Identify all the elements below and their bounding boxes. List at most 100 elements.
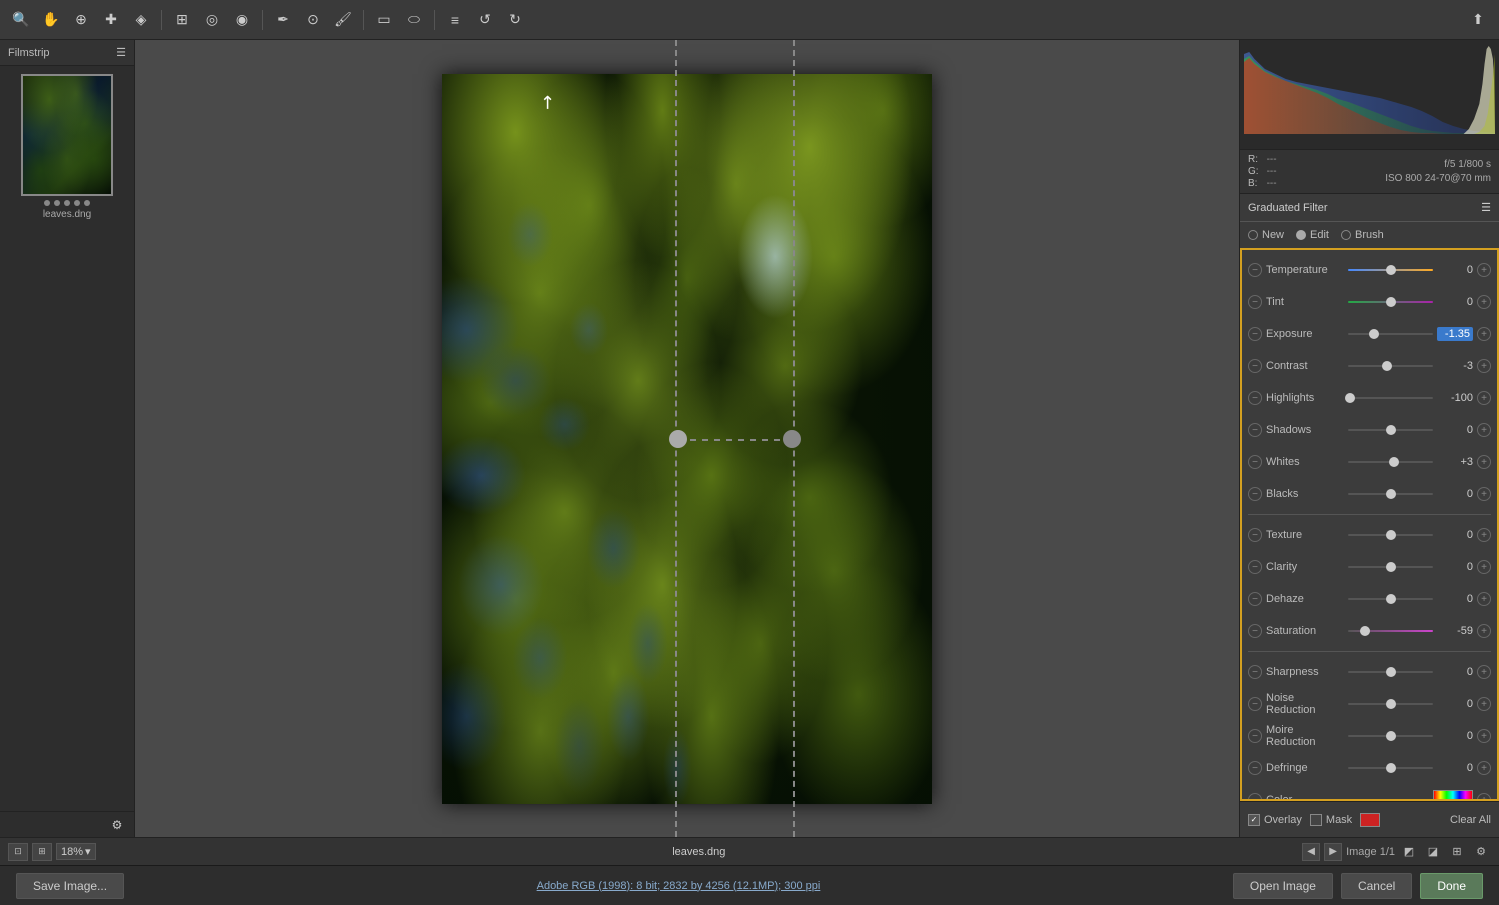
temperature-track-container[interactable] (1348, 269, 1433, 271)
grad-handle-left[interactable] (669, 430, 687, 448)
filmstrip-settings-btn[interactable]: ⚙ (104, 812, 130, 838)
dehaze-minus[interactable]: − (1248, 592, 1262, 606)
whites-track[interactable] (1348, 461, 1433, 463)
contrast-track-container[interactable] (1348, 365, 1433, 367)
texture-track-container[interactable] (1348, 534, 1433, 536)
clarity-plus[interactable]: + (1477, 560, 1491, 574)
list-tool[interactable]: ≡ (442, 7, 468, 33)
noise-reduction-track[interactable] (1348, 703, 1433, 705)
tint-minus[interactable]: − (1248, 295, 1262, 309)
clarity-minus[interactable]: − (1248, 560, 1262, 574)
moire-reduction-track-container[interactable] (1348, 735, 1433, 737)
blacks-track[interactable] (1348, 493, 1433, 495)
filter-radio-brush[interactable]: Brush (1341, 229, 1384, 241)
settings-btn[interactable]: ⚙ (1471, 843, 1491, 861)
fit-screen-btn[interactable]: ⊡ (8, 843, 28, 861)
radial-filter-tool[interactable]: ⊙ (300, 7, 326, 33)
dehaze-track[interactable] (1348, 598, 1433, 600)
clarity-track-container[interactable] (1348, 566, 1433, 568)
whites-plus[interactable]: + (1477, 455, 1491, 469)
shadows-minus[interactable]: − (1248, 423, 1262, 437)
mask-color-swatch[interactable] (1360, 813, 1380, 827)
highlights-track[interactable] (1348, 397, 1433, 399)
sharpness-track-container[interactable] (1348, 671, 1433, 673)
exposure-track[interactable] (1348, 333, 1433, 335)
graduated-filter-tool[interactable]: ✒ (270, 7, 296, 33)
texture-minus[interactable]: − (1248, 528, 1262, 542)
done-btn[interactable]: Done (1420, 873, 1483, 899)
highlights-minus[interactable]: − (1248, 391, 1262, 405)
highlights-plus[interactable]: + (1477, 391, 1491, 405)
sharpness-plus[interactable]: + (1477, 665, 1491, 679)
texture-thumb[interactable] (1386, 530, 1396, 540)
whites-thumb[interactable] (1389, 457, 1399, 467)
color-plus[interactable]: + (1477, 793, 1491, 801)
grid-btn[interactable]: ⊞ (1447, 843, 1467, 861)
temperature-thumb[interactable] (1386, 265, 1396, 275)
white-balance-tool[interactable]: ⊕ (68, 7, 94, 33)
next-image-btn[interactable]: ▶ (1324, 843, 1342, 861)
status-link[interactable]: Adobe RGB (1998): 8 bit; 2832 by 4256 (1… (537, 880, 821, 892)
texture-track[interactable] (1348, 534, 1433, 536)
shadows-plus[interactable]: + (1477, 423, 1491, 437)
contrast-minus[interactable]: − (1248, 359, 1262, 373)
color-minus[interactable]: − (1248, 793, 1262, 801)
save-image-btn[interactable]: Save Image... (16, 873, 124, 899)
zoom-tool[interactable]: 🔍 (8, 7, 34, 33)
defringe-track[interactable] (1348, 767, 1433, 769)
exposure-minus[interactable]: − (1248, 327, 1262, 341)
noise-reduction-thumb[interactable] (1386, 699, 1396, 709)
clear-all-btn[interactable]: Clear All (1450, 814, 1491, 826)
tint-plus[interactable]: + (1477, 295, 1491, 309)
moire-reduction-minus[interactable]: − (1248, 729, 1262, 743)
rectangle-tool[interactable]: ▭ (371, 7, 397, 33)
targeted-adjustment-tool[interactable]: ◈ (128, 7, 154, 33)
adjustment-brush-tool[interactable]: 🖌 (330, 7, 356, 33)
tint-track[interactable] (1348, 301, 1433, 303)
highlights-thumb[interactable] (1345, 393, 1355, 403)
contrast-track[interactable] (1348, 365, 1433, 367)
cancel-btn[interactable]: Cancel (1341, 873, 1412, 899)
temperature-track[interactable] (1348, 269, 1433, 271)
zoom-dropdown-icon[interactable]: ▾ (85, 845, 91, 858)
contrast-thumb[interactable] (1382, 361, 1392, 371)
shadows-thumb[interactable] (1386, 425, 1396, 435)
temperature-plus[interactable]: + (1477, 263, 1491, 277)
dehaze-plus[interactable]: + (1477, 592, 1491, 606)
sharpness-minus[interactable]: − (1248, 665, 1262, 679)
defringe-minus[interactable]: − (1248, 761, 1262, 775)
prev-image-btn[interactable]: ◀ (1302, 843, 1320, 861)
blacks-thumb[interactable] (1386, 489, 1396, 499)
clipping-highlights-btn[interactable]: ◪ (1423, 843, 1443, 861)
clarity-track[interactable] (1348, 566, 1433, 568)
filter-menu-icon[interactable]: ☰ (1481, 201, 1491, 214)
exposure-track-container[interactable] (1348, 333, 1433, 335)
blacks-minus[interactable]: − (1248, 487, 1262, 501)
film-thumbnail[interactable] (21, 74, 113, 196)
export-btn[interactable]: ⬆ (1465, 7, 1491, 33)
saturation-plus[interactable]: + (1477, 624, 1491, 638)
moire-reduction-thumb[interactable] (1386, 731, 1396, 741)
texture-plus[interactable]: + (1477, 528, 1491, 542)
filmstrip-menu-icon[interactable]: ☰ (116, 46, 126, 59)
saturation-minus[interactable]: − (1248, 624, 1262, 638)
saturation-track-container[interactable] (1348, 630, 1433, 632)
grad-handle-right[interactable] (783, 430, 801, 448)
tint-track-container[interactable] (1348, 301, 1433, 303)
defringe-track-container[interactable] (1348, 767, 1433, 769)
redo-btn[interactable]: ↻ (502, 7, 528, 33)
noise-reduction-plus[interactable]: + (1477, 697, 1491, 711)
oval-tool[interactable]: ⬭ (401, 7, 427, 33)
spot-removal-tool[interactable]: ◎ (199, 7, 225, 33)
noise-reduction-minus[interactable]: − (1248, 697, 1262, 711)
color-swatch[interactable] (1433, 790, 1473, 801)
full-screen-btn[interactable]: ⊞ (32, 843, 52, 861)
moire-reduction-plus[interactable]: + (1477, 729, 1491, 743)
red-eye-tool[interactable]: ◉ (229, 7, 255, 33)
dehaze-track-container[interactable] (1348, 598, 1433, 600)
clipping-shadows-btn[interactable]: ◩ (1399, 843, 1419, 861)
defringe-plus[interactable]: + (1477, 761, 1491, 775)
blacks-plus[interactable]: + (1477, 487, 1491, 501)
clarity-thumb[interactable] (1386, 562, 1396, 572)
dehaze-thumb[interactable] (1386, 594, 1396, 604)
